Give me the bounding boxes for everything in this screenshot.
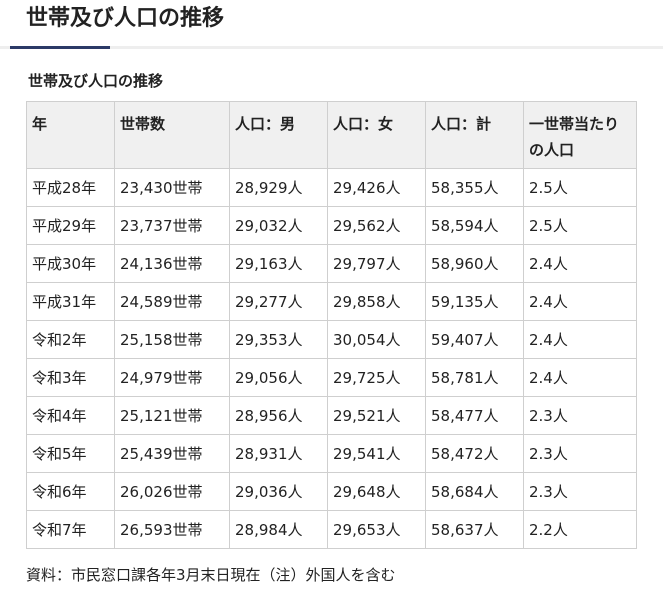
cell-female: 30,054人 xyxy=(327,320,426,359)
cell-female: 29,541人 xyxy=(327,434,426,473)
cell-male: 28,931人 xyxy=(229,434,328,473)
cell-year: 平成29年 xyxy=(26,206,115,245)
cell-year: 平成28年 xyxy=(26,168,115,207)
table-row: 令和6年 26,026世帯 29,036人 29,648人 58,684人 2.… xyxy=(26,472,637,511)
cell-male: 29,277人 xyxy=(229,282,328,321)
page-title: 世帯及び人口の推移 xyxy=(26,6,225,31)
cell-female: 29,653人 xyxy=(327,510,426,549)
cell-total: 58,477人 xyxy=(425,396,524,435)
cell-female: 29,562人 xyxy=(327,206,426,245)
cell-female: 29,648人 xyxy=(327,472,426,511)
cell-per-household: 2.3人 xyxy=(523,396,637,435)
header-year: 年 xyxy=(26,101,115,169)
cell-female: 29,858人 xyxy=(327,282,426,321)
cell-female: 29,725人 xyxy=(327,358,426,397)
header-per-household: 一世帯当たりの人口 xyxy=(523,101,637,169)
title-underline xyxy=(0,46,663,49)
table-row: 平成29年 23,737世帯 29,032人 29,562人 58,594人 2… xyxy=(26,206,637,245)
cell-households: 25,439世帯 xyxy=(114,434,230,473)
table-row: 令和7年 26,593世帯 28,984人 29,653人 58,637人 2.… xyxy=(26,510,637,549)
header-households: 世帯数 xyxy=(114,101,230,169)
cell-total: 58,960人 xyxy=(425,244,524,283)
table-caption: 世帯及び人口の推移 xyxy=(28,72,164,90)
cell-total: 58,472人 xyxy=(425,434,524,473)
table-row: 平成30年 24,136世帯 29,163人 29,797人 58,960人 2… xyxy=(26,244,637,283)
table-row: 令和3年 24,979世帯 29,056人 29,725人 58,781人 2.… xyxy=(26,358,637,397)
cell-per-household: 2.4人 xyxy=(523,320,637,359)
cell-male: 29,032人 xyxy=(229,206,328,245)
cell-households: 26,026世帯 xyxy=(114,472,230,511)
cell-year: 令和3年 xyxy=(26,358,115,397)
household-population-table: 年 世帯数 人口：男 人口：女 人口：計 一世帯当たりの人口 平成28年 23,… xyxy=(26,101,637,549)
cell-households: 23,737世帯 xyxy=(114,206,230,245)
cell-per-household: 2.5人 xyxy=(523,206,637,245)
cell-households: 24,136世帯 xyxy=(114,244,230,283)
table-header-row: 年 世帯数 人口：男 人口：女 人口：計 一世帯当たりの人口 xyxy=(26,101,637,169)
cell-total: 58,355人 xyxy=(425,168,524,207)
cell-total: 58,594人 xyxy=(425,206,524,245)
table-row: 平成31年 24,589世帯 29,277人 29,858人 59,135人 2… xyxy=(26,282,637,321)
cell-per-household: 2.2人 xyxy=(523,510,637,549)
cell-female: 29,426人 xyxy=(327,168,426,207)
cell-male: 29,056人 xyxy=(229,358,328,397)
cell-total: 59,407人 xyxy=(425,320,524,359)
cell-per-household: 2.4人 xyxy=(523,358,637,397)
cell-households: 25,158世帯 xyxy=(114,320,230,359)
cell-households: 25,121世帯 xyxy=(114,396,230,435)
cell-year: 令和2年 xyxy=(26,320,115,359)
cell-male: 28,984人 xyxy=(229,510,328,549)
cell-female: 29,797人 xyxy=(327,244,426,283)
cell-per-household: 2.4人 xyxy=(523,244,637,283)
cell-male: 28,929人 xyxy=(229,168,328,207)
cell-year: 令和6年 xyxy=(26,472,115,511)
table-row: 令和2年 25,158世帯 29,353人 30,054人 59,407人 2.… xyxy=(26,320,637,359)
cell-households: 26,593世帯 xyxy=(114,510,230,549)
cell-female: 29,521人 xyxy=(327,396,426,435)
cell-year: 平成30年 xyxy=(26,244,115,283)
cell-per-household: 2.5人 xyxy=(523,168,637,207)
cell-year: 平成31年 xyxy=(26,282,115,321)
cell-year: 令和7年 xyxy=(26,510,115,549)
cell-per-household: 2.3人 xyxy=(523,434,637,473)
cell-per-household: 2.4人 xyxy=(523,282,637,321)
table-row: 平成28年 23,430世帯 28,929人 29,426人 58,355人 2… xyxy=(26,168,637,207)
cell-year: 令和4年 xyxy=(26,396,115,435)
table-row: 令和4年 25,121世帯 28,956人 29,521人 58,477人 2.… xyxy=(26,396,637,435)
cell-households: 24,589世帯 xyxy=(114,282,230,321)
cell-total: 58,684人 xyxy=(425,472,524,511)
cell-male: 28,956人 xyxy=(229,396,328,435)
cell-male: 29,163人 xyxy=(229,244,328,283)
header-population-female: 人口：女 xyxy=(327,101,426,169)
cell-households: 24,979世帯 xyxy=(114,358,230,397)
cell-year: 令和5年 xyxy=(26,434,115,473)
cell-total: 59,135人 xyxy=(425,282,524,321)
header-population-total: 人口：計 xyxy=(425,101,524,169)
cell-male: 29,353人 xyxy=(229,320,328,359)
header-population-male: 人口：男 xyxy=(229,101,328,169)
cell-per-household: 2.3人 xyxy=(523,472,637,511)
cell-households: 23,430世帯 xyxy=(114,168,230,207)
source-footnote: 資料：市民窓口課各年3月末日現在（注）外国人を含む xyxy=(26,566,396,584)
cell-total: 58,637人 xyxy=(425,510,524,549)
cell-male: 29,036人 xyxy=(229,472,328,511)
cell-total: 58,781人 xyxy=(425,358,524,397)
title-underline-accent xyxy=(10,46,110,49)
table-row: 令和5年 25,439世帯 28,931人 29,541人 58,472人 2.… xyxy=(26,434,637,473)
